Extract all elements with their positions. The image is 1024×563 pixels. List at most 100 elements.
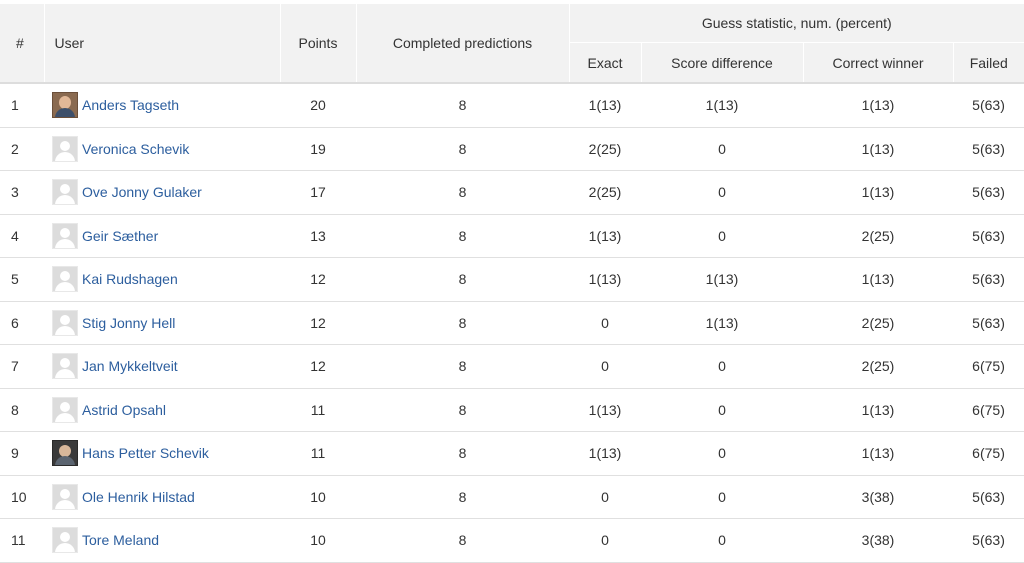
failed-cell: 5(63) xyxy=(953,214,1024,258)
score-difference-cell: 0 xyxy=(641,170,803,215)
score-difference-cell: 0 xyxy=(641,518,803,563)
rank-cell: 1 xyxy=(0,83,44,128)
user-cell: Ole Henrik Hilstad xyxy=(44,475,280,519)
default-avatar-icon[interactable] xyxy=(52,179,78,206)
rank-cell: 3 xyxy=(0,170,44,215)
score-difference-cell: 0 xyxy=(641,344,803,389)
score-difference-cell: 1(13) xyxy=(641,301,803,345)
user-photo-icon[interactable] xyxy=(52,440,78,467)
column-header-exact[interactable]: Exact xyxy=(569,42,642,84)
score-difference-cell: 0 xyxy=(641,388,803,432)
completed-predictions-cell: 8 xyxy=(356,344,569,389)
rank-cell: 2 xyxy=(0,127,44,171)
table-row: 11 Tore Meland 10 8 0 0 3(38) 5(63) xyxy=(0,518,1024,563)
points-cell: 11 xyxy=(280,431,356,476)
user-name-link[interactable]: Veronica Schevik xyxy=(82,141,189,157)
user-name-link[interactable]: Geir Sæther xyxy=(82,228,158,244)
exact-cell: 1(13) xyxy=(569,431,641,476)
exact-cell: 2(25) xyxy=(569,170,641,215)
points-cell: 20 xyxy=(280,83,356,128)
table-row: 3 Ove Jonny Gulaker 17 8 2(25) 0 1(13) 5(63) xyxy=(0,170,1024,215)
completed-predictions-cell: 8 xyxy=(356,83,569,128)
correct-winner-cell: 3(38) xyxy=(803,518,953,563)
user-name-link[interactable]: Stig Jonny Hell xyxy=(82,315,175,331)
correct-winner-cell: 2(25) xyxy=(803,214,953,258)
rank-cell: 9 xyxy=(0,431,44,476)
column-header-points[interactable]: Points xyxy=(280,4,357,84)
completed-predictions-cell: 8 xyxy=(356,257,569,302)
points-cell: 12 xyxy=(280,344,356,389)
user-cell: Ove Jonny Gulaker xyxy=(44,170,280,215)
default-avatar-icon[interactable] xyxy=(52,396,78,423)
exact-cell: 1(13) xyxy=(569,83,641,128)
user-cell: Anders Tagseth xyxy=(44,83,280,128)
completed-predictions-cell: 8 xyxy=(356,475,569,519)
rank-cell: 10 xyxy=(0,475,44,519)
column-header-rank[interactable]: # xyxy=(0,4,45,84)
points-cell: 19 xyxy=(280,127,356,171)
ranking-table: # User Points Completed predictions Gues… xyxy=(0,4,1024,563)
failed-cell: 5(63) xyxy=(953,257,1024,302)
user-name-link[interactable]: Jan Mykkeltveit xyxy=(82,358,178,374)
exact-cell: 1(13) xyxy=(569,214,641,258)
score-difference-cell: 1(13) xyxy=(641,257,803,302)
exact-cell: 0 xyxy=(569,301,641,345)
correct-winner-cell: 1(13) xyxy=(803,431,953,476)
completed-predictions-cell: 8 xyxy=(356,214,569,258)
correct-winner-cell: 1(13) xyxy=(803,257,953,302)
points-cell: 11 xyxy=(280,388,356,432)
table-row: 5 Kai Rudshagen 12 8 1(13) 1(13) 1(13) 5(63) xyxy=(0,257,1024,302)
default-avatar-icon[interactable] xyxy=(52,309,78,336)
rank-cell: 7 xyxy=(0,344,44,389)
rank-cell: 6 xyxy=(0,301,44,345)
default-avatar-icon[interactable] xyxy=(52,353,78,380)
default-avatar-icon[interactable] xyxy=(52,483,78,510)
correct-winner-cell: 1(13) xyxy=(803,170,953,215)
column-header-failed[interactable]: Failed xyxy=(953,42,1024,84)
points-cell: 12 xyxy=(280,257,356,302)
points-cell: 17 xyxy=(280,170,356,215)
completed-predictions-cell: 8 xyxy=(356,127,569,171)
correct-winner-cell: 2(25) xyxy=(803,344,953,389)
points-cell: 13 xyxy=(280,214,356,258)
user-name-link[interactable]: Anders Tagseth xyxy=(82,97,179,113)
exact-cell: 2(25) xyxy=(569,127,641,171)
user-name-link[interactable]: Astrid Opsahl xyxy=(82,402,166,418)
table-row: 7 Jan Mykkeltveit 12 8 0 0 2(25) 6(75) xyxy=(0,344,1024,389)
rank-cell: 5 xyxy=(0,257,44,302)
user-cell: Hans Petter Schevik xyxy=(44,431,280,476)
exact-cell: 0 xyxy=(569,475,641,519)
default-avatar-icon[interactable] xyxy=(52,266,78,293)
column-header-user[interactable]: User xyxy=(44,4,281,84)
failed-cell: 6(75) xyxy=(953,344,1024,389)
user-cell: Stig Jonny Hell xyxy=(44,301,280,345)
user-name-link[interactable]: Ole Henrik Hilstad xyxy=(82,489,195,505)
completed-predictions-cell: 8 xyxy=(356,388,569,432)
column-header-correct-winner[interactable]: Correct winner xyxy=(803,42,954,84)
user-name-link[interactable]: Tore Meland xyxy=(82,532,159,548)
user-photo-icon[interactable] xyxy=(52,92,78,119)
user-cell: Jan Mykkeltveit xyxy=(44,344,280,389)
table-body: 1 Anders Tagseth 20 8 1(13) 1(13) 1(13) 5(63) 2 V… xyxy=(0,83,1024,563)
completed-predictions-cell: 8 xyxy=(356,431,569,476)
column-header-score-difference[interactable]: Score difference xyxy=(641,42,804,84)
correct-winner-cell: 1(13) xyxy=(803,388,953,432)
points-cell: 10 xyxy=(280,475,356,519)
column-header-completed-predictions[interactable]: Completed predictions xyxy=(356,4,570,84)
correct-winner-cell: 2(25) xyxy=(803,301,953,345)
user-name-link[interactable]: Hans Petter Schevik xyxy=(82,445,209,461)
exact-cell: 0 xyxy=(569,344,641,389)
points-cell: 10 xyxy=(280,518,356,563)
user-name-link[interactable]: Ove Jonny Gulaker xyxy=(82,184,202,200)
score-difference-cell: 0 xyxy=(641,214,803,258)
completed-predictions-cell: 8 xyxy=(356,301,569,345)
completed-predictions-cell: 8 xyxy=(356,170,569,215)
failed-cell: 5(63) xyxy=(953,127,1024,171)
rank-cell: 8 xyxy=(0,388,44,432)
default-avatar-icon[interactable] xyxy=(52,135,78,162)
default-avatar-icon[interactable] xyxy=(52,222,78,249)
exact-cell: 1(13) xyxy=(569,257,641,302)
user-name-link[interactable]: Kai Rudshagen xyxy=(82,271,178,287)
table-row: 4 Geir Sæther 13 8 1(13) 0 2(25) 5(63) xyxy=(0,214,1024,258)
default-avatar-icon[interactable] xyxy=(52,527,78,554)
